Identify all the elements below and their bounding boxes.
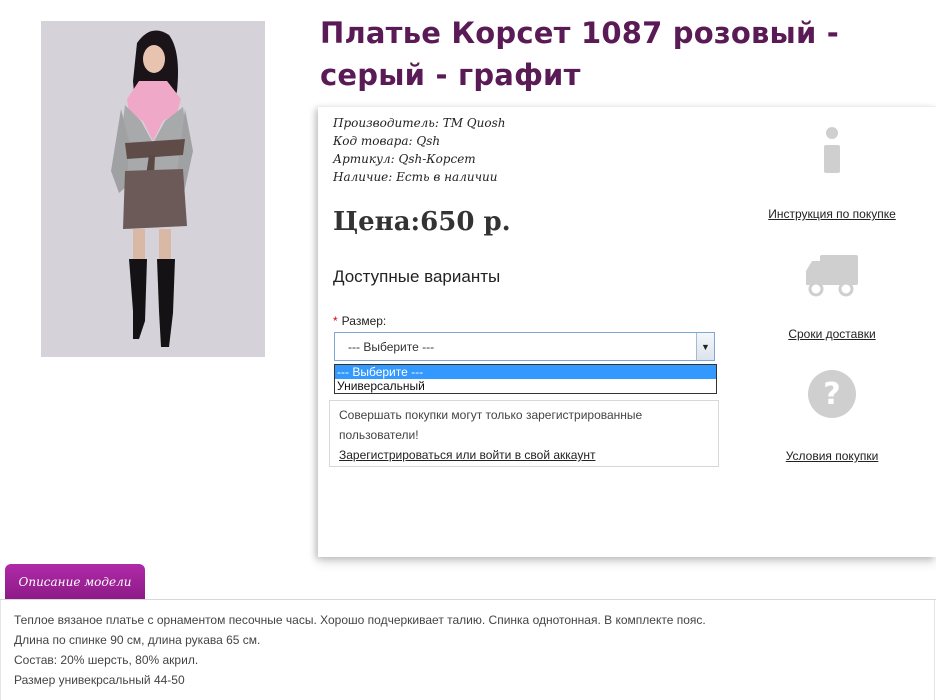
product-price: Цена:650 р.	[333, 207, 511, 237]
meta-key: Артикул:	[333, 152, 395, 166]
product-photo[interactable]	[41, 21, 265, 357]
product-meta: Производитель: ТМ Quosh Код товара: Qsh …	[333, 114, 506, 186]
size-label: * Размер:	[333, 314, 386, 328]
meta-value: ТМ Quosh	[438, 116, 506, 130]
size-select-value: --- Выберите ---	[348, 340, 435, 354]
register-login-link[interactable]: Зарегистрироваться или войти в свой акка…	[339, 448, 595, 462]
meta-availability: Наличие: Есть в наличии	[333, 168, 506, 186]
purchase-instruction-block[interactable]: Инструкция по покупке	[750, 125, 914, 221]
meta-value: Qsh	[412, 134, 441, 148]
meta-key: Наличие:	[333, 170, 393, 184]
question-icon[interactable]: ?	[750, 369, 914, 419]
delivery-terms-block[interactable]: Сроки доставки	[750, 253, 914, 341]
purchase-conditions-block[interactable]: ? Условия покупки	[750, 369, 914, 463]
meta-article: Артикул: Qsh-Корсет	[333, 150, 506, 168]
tab-model-description[interactable]: Описание модели	[5, 564, 145, 600]
required-mark: *	[333, 314, 338, 328]
login-notice: Совершать покупки могут только зарегистр…	[329, 400, 719, 467]
meta-key: Код товара:	[333, 134, 413, 148]
size-option-choose[interactable]: --- Выберите ---	[335, 365, 716, 379]
product-info-panel: Производитель: ТМ Quosh Код товара: Qsh …	[318, 106, 936, 557]
login-notice-text: Совершать покупки могут только зарегистр…	[339, 408, 643, 442]
product-title: Платье Корсет 1087 розовый - серый - гра…	[320, 16, 840, 92]
meta-product-code: Код товара: Qsh	[333, 132, 506, 150]
size-select[interactable]: --- Выберите --- ▼	[334, 332, 715, 361]
meta-value: Есть в наличии	[392, 170, 498, 184]
description-line: Состав: 20% шерсть, 80% акрил.	[14, 653, 199, 667]
meta-value: Qsh-Корсет	[394, 152, 476, 166]
description-line: Длина по спинке 90 см, длина рукава 65 с…	[14, 633, 261, 647]
meta-key: Производитель:	[333, 116, 439, 130]
size-label-text: Размер:	[341, 314, 387, 328]
variants-heading: Доступные варианты	[333, 267, 501, 286]
description-line: Размер унивекрсальный 44-50	[14, 673, 185, 687]
meta-manufacturer: Производитель: ТМ Quosh	[333, 114, 506, 132]
delivery-terms-link[interactable]: Сроки доставки	[750, 327, 914, 341]
product-photo-graphic	[41, 21, 265, 357]
purchase-instruction-link[interactable]: Инструкция по покупке	[750, 207, 914, 221]
chevron-down-icon[interactable]: ▼	[696, 333, 714, 360]
info-icon[interactable]	[750, 125, 914, 177]
size-option-universal[interactable]: Универсальный	[335, 379, 716, 393]
truck-icon[interactable]	[750, 253, 914, 299]
model-description: Теплое вязаное платье с орнаментом песоч…	[14, 610, 914, 690]
size-dropdown-list: --- Выберите --- Универсальный	[334, 364, 717, 394]
purchase-conditions-link[interactable]: Условия покупки	[750, 449, 914, 463]
svg-text:?: ?	[823, 377, 840, 412]
description-line: Теплое вязаное платье с орнаментом песоч…	[14, 613, 706, 627]
